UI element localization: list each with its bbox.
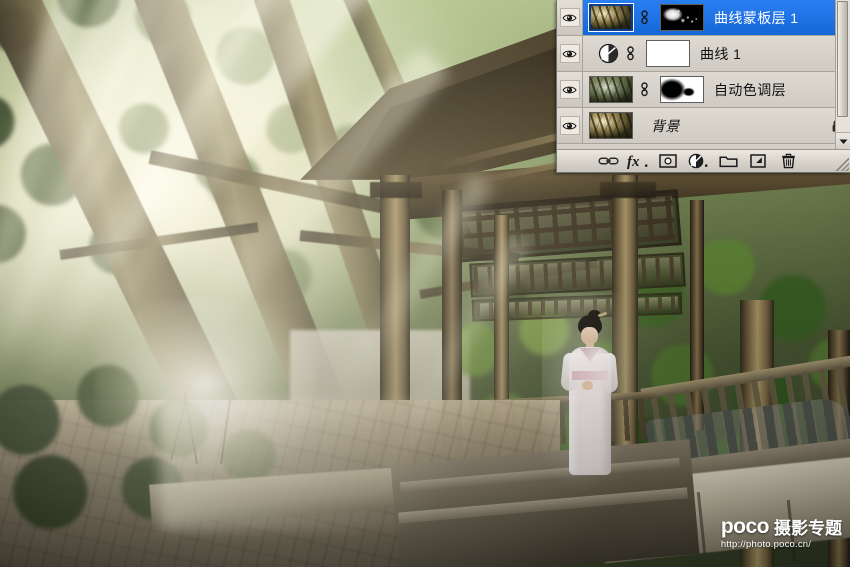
layer-thumbnail-1[interactable]: [589, 4, 633, 31]
layer-thumbnail-2[interactable]: [597, 43, 619, 65]
layer-thumbnail-image: [590, 77, 632, 102]
screenshot-root: poco 摄影专题 http://photo.poco.cn/: [0, 0, 850, 567]
curves-adjustment-icon: [598, 43, 619, 64]
layer-mask-link-icon-2[interactable]: [622, 43, 638, 65]
eye-icon[interactable]: [560, 80, 580, 99]
layers-panel[interactable]: 曲线蒙板层 1: [556, 0, 850, 173]
layer-visibility-toggle-2[interactable]: [557, 36, 583, 71]
layer-visibility-toggle-3[interactable]: [557, 72, 583, 107]
layer-mask-thumbnail-1[interactable]: [660, 4, 704, 31]
layer-mask-thumbnail-3[interactable]: [660, 76, 704, 103]
svg-text:fx: fx: [627, 154, 640, 170]
layers-list[interactable]: 曲线蒙板层 1: [557, 0, 850, 150]
layer-mask-image: [661, 5, 703, 30]
layer-row[interactable]: 曲线蒙板层 1: [557, 0, 850, 36]
layer-thumbnail-image: [590, 113, 632, 138]
new-layer-icon[interactable]: [743, 151, 773, 171]
layer-mask-image: [661, 77, 703, 102]
layer-mask-link-icon-3[interactable]: [636, 79, 652, 101]
figure-hands: [582, 381, 593, 390]
eye-icon[interactable]: [560, 8, 580, 27]
layer-visibility-toggle-1[interactable]: [557, 0, 583, 35]
layer-name[interactable]: 背景: [633, 116, 824, 136]
layer-mask-thumbnail-2[interactable]: [646, 40, 690, 67]
scrollbar-thumb[interactable]: [837, 1, 848, 117]
layer-row[interactable]: 曲线 1: [557, 36, 850, 72]
add-layer-mask-icon[interactable]: [653, 151, 683, 171]
layer-name[interactable]: 曲线蒙板层 1: [704, 8, 850, 28]
layer-mask-link-icon-1[interactable]: [636, 7, 652, 29]
layers-scrollbar[interactable]: [835, 0, 850, 149]
link-layers-icon[interactable]: [593, 151, 623, 171]
eye-icon[interactable]: [560, 116, 580, 135]
eye-icon[interactable]: [560, 44, 580, 63]
delete-layer-icon[interactable]: [773, 151, 803, 171]
layer-row[interactable]: 自动色调层: [557, 72, 850, 108]
chevron-down-icon[interactable]: [836, 132, 850, 149]
path-sunlight-pool: [160, 400, 490, 530]
layer-visibility-toggle-4[interactable]: [557, 108, 583, 143]
watermark-main-row: poco 摄影专题: [721, 516, 842, 537]
new-adjustment-layer-icon[interactable]: [683, 151, 713, 171]
watermark-url: http://photo.poco.cn/: [721, 540, 842, 550]
new-group-icon[interactable]: [713, 151, 743, 171]
layer-thumbnail-image: [591, 6, 631, 29]
resize-grip-icon[interactable]: [836, 158, 849, 171]
pavilion-bracket-right: [600, 182, 656, 198]
layers-panel-toolbar[interactable]: fx: [557, 150, 850, 172]
layer-thumbnail-3[interactable]: [589, 76, 633, 103]
pavilion-bracket-left: [370, 182, 422, 198]
layer-mask-image: [647, 41, 689, 66]
layer-row[interactable]: 背景: [557, 108, 850, 144]
layer-thumbnail-4[interactable]: [589, 112, 633, 139]
layer-name[interactable]: 自动色调层: [704, 80, 850, 100]
fx-icon[interactable]: fx: [623, 151, 653, 171]
watermark-chinese-text: 摄影专题: [774, 520, 842, 537]
figure-sash: [572, 371, 608, 380]
woman-in-hanfu: [560, 315, 620, 475]
layer-name[interactable]: 曲线 1: [690, 44, 850, 64]
watermark: poco 摄影专题 http://photo.poco.cn/: [721, 516, 842, 550]
watermark-brand: poco: [721, 516, 769, 537]
